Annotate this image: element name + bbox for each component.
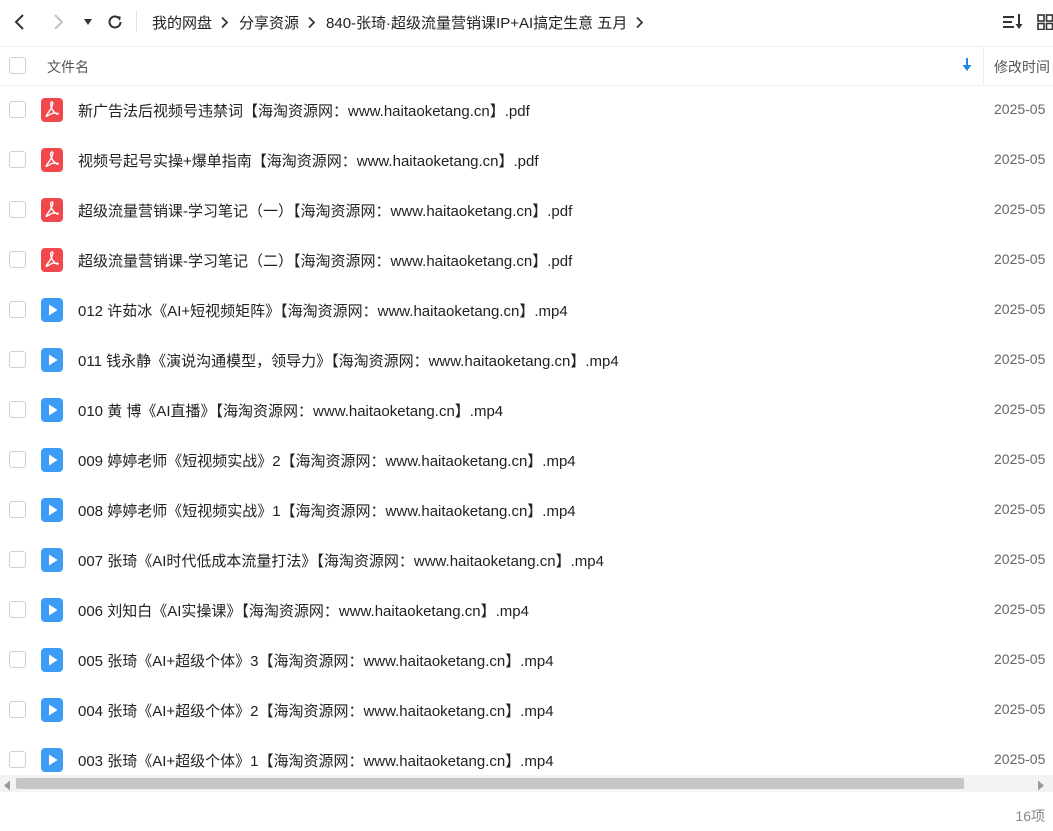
- horizontal-scrollbar[interactable]: [0, 775, 1053, 792]
- breadcrumb-item-shared[interactable]: 分享资源: [239, 12, 299, 33]
- file-modified-date: 2025-05: [994, 251, 1046, 267]
- toolbar-divider: [136, 10, 137, 32]
- file-row[interactable]: 007 张琦《AI时代低成本流量打法》【海淘资源网：www.haitaoketa…: [0, 535, 1053, 585]
- file-row[interactable]: 010 黄 博《AI直播》【海淘资源网：www.haitaoketang.cn】…: [0, 385, 1053, 435]
- dropdown-caret-icon[interactable]: [80, 8, 96, 36]
- select-all-checkbox[interactable]: [9, 57, 26, 74]
- refresh-icon[interactable]: [104, 8, 126, 36]
- chevron-right-icon: [220, 16, 229, 29]
- file-row[interactable]: 005 张琦《AI+超级个体》3【海淘资源网：www.haitaoketang.…: [0, 635, 1053, 685]
- file-checkbox[interactable]: [9, 501, 26, 518]
- file-row[interactable]: 008 婷婷老师《短视频实战》1【海淘资源网：www.haitaoketang.…: [0, 485, 1053, 535]
- file-checkbox[interactable]: [9, 301, 26, 318]
- file-name[interactable]: 009 婷婷老师《短视频实战》2【海淘资源网：www.haitaoketang.…: [78, 450, 576, 471]
- chevron-right-icon: [307, 16, 316, 29]
- file-modified-date: 2025-05: [994, 501, 1046, 517]
- file-checkbox[interactable]: [9, 451, 26, 468]
- file-row[interactable]: 超级流量营销课-学习笔记（一）【海淘资源网：www.haitaoketang.c…: [0, 185, 1053, 235]
- file-modified-date: 2025-05: [994, 101, 1046, 117]
- video-file-icon: [41, 698, 63, 722]
- file-modified-date: 2025-05: [994, 751, 1046, 767]
- file-name[interactable]: 006 刘知白《AI实操课》【海淘资源网：www.haitaoketang.cn…: [78, 600, 529, 621]
- breadcrumb-item-current[interactable]: 840-张琦·超级流量营销课IP+AI搞定生意 五月: [326, 12, 627, 33]
- file-modified-date: 2025-05: [994, 201, 1046, 217]
- file-name[interactable]: 003 张琦《AI+超级个体》1【海淘资源网：www.haitaoketang.…: [78, 750, 554, 771]
- file-checkbox[interactable]: [9, 201, 26, 218]
- file-name[interactable]: 新广告法后视频号违禁词【海淘资源网：www.haitaoketang.cn】.p…: [78, 100, 530, 121]
- sort-list-icon[interactable]: [1003, 13, 1023, 31]
- file-list: 新广告法后视频号违禁词【海淘资源网：www.haitaoketang.cn】.p…: [0, 85, 1053, 775]
- grid-view-icon[interactable]: [1037, 14, 1053, 30]
- file-checkbox[interactable]: [9, 401, 26, 418]
- breadcrumb-item-root[interactable]: 我的网盘: [152, 12, 212, 33]
- forward-arrow-icon[interactable]: [46, 8, 70, 36]
- breadcrumb: 我的网盘 分享资源 840-张琦·超级流量营销课IP+AI搞定生意 五月: [152, 0, 654, 44]
- scroll-left-arrow-icon[interactable]: [3, 778, 11, 796]
- file-row[interactable]: 超级流量营销课-学习笔记（二）【海淘资源网：www.haitaoketang.c…: [0, 235, 1053, 285]
- pdf-file-icon: [41, 198, 63, 222]
- file-name[interactable]: 008 婷婷老师《短视频实战》1【海淘资源网：www.haitaoketang.…: [78, 500, 576, 521]
- column-header-modified[interactable]: 修改时间: [994, 57, 1050, 77]
- file-modified-date: 2025-05: [994, 651, 1046, 667]
- file-modified-date: 2025-05: [994, 451, 1046, 467]
- file-checkbox[interactable]: [9, 751, 26, 768]
- video-file-icon: [41, 748, 63, 772]
- file-checkbox[interactable]: [9, 701, 26, 718]
- chevron-right-icon[interactable]: [635, 16, 644, 29]
- back-arrow-icon[interactable]: [8, 8, 32, 36]
- file-modified-date: 2025-05: [994, 401, 1046, 417]
- file-checkbox[interactable]: [9, 101, 26, 118]
- view-tools: [1003, 8, 1053, 36]
- toolbar: 我的网盘 分享资源 840-张琦·超级流量营销课IP+AI搞定生意 五月: [0, 0, 1053, 44]
- file-checkbox[interactable]: [9, 251, 26, 268]
- file-name[interactable]: 超级流量营销课-学习笔记（一）【海淘资源网：www.haitaoketang.c…: [78, 200, 572, 221]
- file-name[interactable]: 010 黄 博《AI直播》【海淘资源网：www.haitaoketang.cn】…: [78, 400, 503, 421]
- file-checkbox[interactable]: [9, 351, 26, 368]
- file-name[interactable]: 011 钱永静《演说沟通模型，领导力》【海淘资源网：www.haitaoketa…: [78, 350, 619, 371]
- video-file-icon: [41, 498, 63, 522]
- file-row[interactable]: 新广告法后视频号违禁词【海淘资源网：www.haitaoketang.cn】.p…: [0, 85, 1053, 135]
- video-file-icon: [41, 398, 63, 422]
- file-row[interactable]: 004 张琦《AI+超级个体》2【海淘资源网：www.haitaoketang.…: [0, 685, 1053, 735]
- scroll-right-arrow-icon[interactable]: [1037, 778, 1045, 796]
- file-name[interactable]: 004 张琦《AI+超级个体》2【海淘资源网：www.haitaoketang.…: [78, 700, 554, 721]
- file-name[interactable]: 超级流量营销课-学习笔记（二）【海淘资源网：www.haitaoketang.c…: [78, 250, 572, 271]
- file-modified-date: 2025-05: [994, 151, 1046, 167]
- sort-down-arrow-icon[interactable]: [962, 58, 972, 77]
- video-file-icon: [41, 548, 63, 572]
- file-name[interactable]: 视频号起号实操+爆单指南【海淘资源网：www.haitaoketang.cn】.…: [78, 150, 539, 171]
- file-row[interactable]: 视频号起号实操+爆单指南【海淘资源网：www.haitaoketang.cn】.…: [0, 135, 1053, 185]
- file-modified-date: 2025-05: [994, 301, 1046, 317]
- pdf-file-icon: [41, 148, 63, 172]
- item-count: 16项: [1015, 808, 1045, 824]
- file-modified-date: 2025-05: [994, 351, 1046, 367]
- video-file-icon: [41, 298, 63, 322]
- column-header: 文件名 修改时间: [0, 46, 1053, 86]
- file-name[interactable]: 005 张琦《AI+超级个体》3【海淘资源网：www.haitaoketang.…: [78, 650, 554, 671]
- file-name[interactable]: 007 张琦《AI时代低成本流量打法》【海淘资源网：www.haitaoketa…: [78, 550, 604, 571]
- video-file-icon: [41, 348, 63, 372]
- video-file-icon: [41, 598, 63, 622]
- file-checkbox[interactable]: [9, 551, 26, 568]
- scrollbar-thumb[interactable]: [16, 778, 964, 789]
- pdf-file-icon: [41, 248, 63, 272]
- file-row[interactable]: 006 刘知白《AI实操课》【海淘资源网：www.haitaoketang.cn…: [0, 585, 1053, 635]
- file-row[interactable]: 003 张琦《AI+超级个体》1【海淘资源网：www.haitaoketang.…: [0, 735, 1053, 775]
- column-divider[interactable]: [983, 47, 984, 85]
- file-modified-date: 2025-05: [994, 601, 1046, 617]
- file-row[interactable]: 011 钱永静《演说沟通模型，领导力》【海淘资源网：www.haitaoketa…: [0, 335, 1053, 385]
- column-header-name[interactable]: 文件名: [47, 57, 89, 77]
- pdf-file-icon: [41, 98, 63, 122]
- file-modified-date: 2025-05: [994, 551, 1046, 567]
- file-row[interactable]: 009 婷婷老师《短视频实战》2【海淘资源网：www.haitaoketang.…: [0, 435, 1053, 485]
- file-row[interactable]: 012 许茹冰《AI+短视频矩阵》【海淘资源网：www.haitaoketang…: [0, 285, 1053, 335]
- file-name[interactable]: 012 许茹冰《AI+短视频矩阵》【海淘资源网：www.haitaoketang…: [78, 300, 568, 321]
- file-modified-date: 2025-05: [994, 701, 1046, 717]
- video-file-icon: [41, 648, 63, 672]
- video-file-icon: [41, 448, 63, 472]
- file-checkbox[interactable]: [9, 601, 26, 618]
- file-checkbox[interactable]: [9, 651, 26, 668]
- file-checkbox[interactable]: [9, 151, 26, 168]
